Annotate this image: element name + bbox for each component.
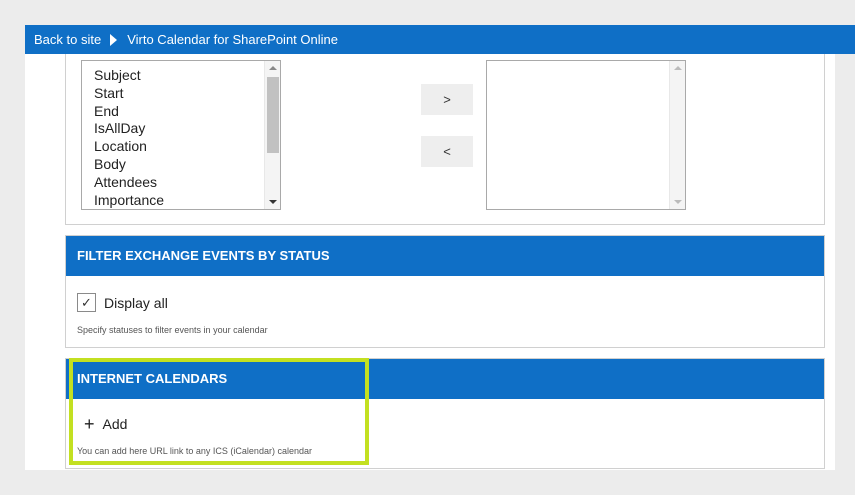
settings-panel: Subject Start End IsAllDay Location Body Atten… (25, 54, 835, 470)
scroll-up-icon (674, 66, 682, 70)
top-bar: Back to site Virto Calendar for SharePoi… (25, 25, 855, 54)
back-to-site-link[interactable]: Back to site (34, 32, 101, 47)
available-fields-items: Subject Start End IsAllDay Location Body Atten… (94, 67, 164, 209)
field-option[interactable]: Subject (94, 67, 164, 85)
internet-calendars-hint: You can add here URL link to any ICS (iC… (77, 446, 312, 456)
scroll-down-icon (674, 200, 682, 204)
scrollbar[interactable] (264, 61, 280, 209)
scrollbar[interactable] (669, 61, 685, 209)
display-all-checkbox[interactable]: ✓ (77, 293, 96, 312)
field-option[interactable]: Attendees (94, 174, 164, 192)
field-option[interactable]: End (94, 103, 164, 121)
internet-calendars-section: INTERNET CALENDARS + Add You can add her… (65, 358, 825, 469)
field-option[interactable]: Location (94, 138, 164, 156)
section-header: FILTER EXCHANGE EVENTS BY STATUS (66, 236, 824, 276)
checkbox-label[interactable]: Display all (104, 295, 168, 311)
chevron-right-icon (110, 33, 118, 46)
move-right-button[interactable]: > (421, 84, 473, 115)
available-fields-list[interactable]: Subject Start End IsAllDay Location Body Atten… (81, 60, 281, 210)
field-option[interactable]: Start (94, 85, 164, 103)
display-all-option[interactable]: ✓ Display all (77, 293, 168, 312)
plus-icon: + (84, 414, 95, 434)
checkmark-icon: ✓ (81, 294, 92, 310)
field-option[interactable]: IsAllDay (94, 120, 164, 138)
field-option[interactable]: Body (94, 156, 164, 174)
fields-selector: Subject Start End IsAllDay Location Body Atten… (65, 54, 825, 225)
selected-fields-list[interactable] (486, 60, 686, 210)
scroll-thumb[interactable] (267, 77, 279, 153)
field-option[interactable]: Importance (94, 192, 164, 209)
add-calendar-button[interactable]: + Add (84, 415, 127, 433)
section-header: INTERNET CALENDARS (66, 359, 824, 399)
add-label: Add (102, 416, 128, 432)
move-left-button[interactable]: < (421, 136, 473, 167)
app-title: Virto Calendar for SharePoint Online (127, 32, 338, 47)
scroll-down-icon[interactable] (269, 200, 277, 204)
filter-status-section: FILTER EXCHANGE EVENTS BY STATUS ✓ Displ… (65, 235, 825, 348)
filter-hint: Specify statuses to filter events in you… (77, 325, 268, 335)
scroll-up-icon[interactable] (269, 66, 277, 70)
